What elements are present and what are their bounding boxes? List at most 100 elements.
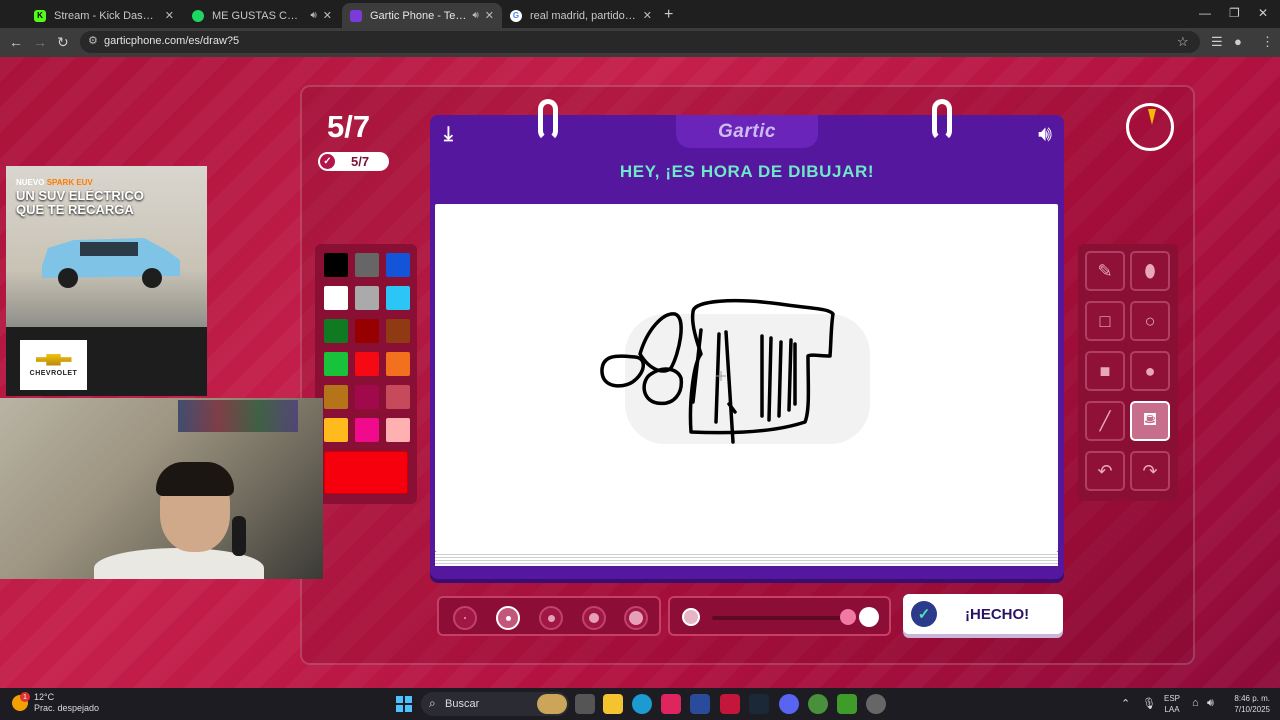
- color-swatch[interactable]: [324, 385, 348, 409]
- back-icon[interactable]: ←: [9, 34, 23, 50]
- ellipse-outline-tool-button[interactable]: ○: [1130, 301, 1170, 341]
- color-swatch[interactable]: [355, 253, 379, 277]
- color-swatch[interactable]: [324, 253, 348, 277]
- profile-avatar-icon[interactable]: ●: [1234, 34, 1242, 49]
- brush-size-1[interactable]: [453, 606, 477, 630]
- eraser-tool-button[interactable]: ⬮: [1130, 251, 1170, 291]
- rectangle-filled-icon: ■: [1099, 360, 1111, 381]
- settings-icon[interactable]: [866, 694, 886, 714]
- audio-playing-icon[interactable]: 🔊︎: [472, 10, 478, 21]
- color-swatch[interactable]: [355, 385, 379, 409]
- color-swatch[interactable]: [386, 253, 410, 277]
- ad-tag-nuevo: NUEVO: [16, 178, 45, 187]
- minecraft-icon[interactable]: [837, 694, 857, 714]
- file-explorer-icon[interactable]: [603, 694, 623, 714]
- color-swatch[interactable]: [386, 352, 410, 376]
- ellipse-outline-icon: ○: [1144, 310, 1156, 331]
- volume-icon[interactable]: 🔊︎: [1207, 697, 1214, 710]
- drawing-canvas[interactable]: [435, 204, 1058, 552]
- opacity-slider-handle[interactable]: [840, 609, 856, 625]
- windows-start-icon[interactable]: [396, 696, 412, 712]
- system-clock[interactable]: 8:46 p. m. 7/10/2025: [1226, 693, 1270, 715]
- minimize-icon[interactable]: —: [1199, 6, 1211, 20]
- color-swatch[interactable]: [386, 286, 410, 310]
- color-swatch[interactable]: [386, 319, 410, 343]
- fill-bucket-tool-button[interactable]: ⛾: [1130, 401, 1170, 441]
- color-swatch[interactable]: [386, 418, 410, 442]
- rectangle-outline-tool-button[interactable]: □: [1085, 301, 1125, 341]
- color-swatch[interactable]: [324, 286, 348, 310]
- download-icon[interactable]: ⤓: [444, 123, 453, 146]
- weather-widget[interactable]: 1 12°C Prac. despejado: [12, 692, 99, 714]
- task-view-icon[interactable]: [575, 694, 595, 714]
- players-done-badge: ✓ 5/7: [318, 152, 389, 171]
- ellipse-filled-icon: ●: [1144, 360, 1156, 381]
- reload-icon[interactable]: ↻: [57, 34, 69, 51]
- players-done-count: 5/7: [351, 154, 370, 169]
- tab-gartic-phone[interactable]: Gartic Phone - Teléfono De 🔊︎ ✕: [342, 3, 502, 28]
- microphone-tray-icon[interactable]: 🎙︎: [1142, 697, 1156, 710]
- weather-sun-icon: 1: [12, 692, 30, 711]
- tab-kick-dashboard[interactable]: K Stream - Kick Dashboard ✕: [26, 3, 182, 28]
- redo-button[interactable]: ↷: [1130, 451, 1170, 491]
- chevrolet-logo: CHEVROLET: [20, 340, 87, 390]
- close-tab-icon[interactable]: ✕: [165, 9, 174, 22]
- color-swatch[interactable]: [324, 319, 348, 343]
- bookmark-star-icon[interactable]: ☆: [1177, 34, 1189, 50]
- tray-chevron-up-icon[interactable]: ⌃: [1121, 697, 1130, 710]
- color-swatch[interactable]: [355, 286, 379, 310]
- opacity-high-icon: [859, 607, 879, 627]
- network-icon[interactable]: ⌂: [1192, 697, 1199, 709]
- color-swatch[interactable]: [355, 319, 379, 343]
- forward-icon[interactable]: →: [33, 34, 47, 50]
- edge-icon[interactable]: [632, 694, 652, 714]
- input-language[interactable]: ESP LAA: [1164, 693, 1180, 715]
- close-tab-icon[interactable]: ✕: [643, 9, 652, 22]
- steam-icon[interactable]: [749, 694, 769, 714]
- color-swatch[interactable]: [324, 352, 348, 376]
- chrome-icon[interactable]: [808, 694, 828, 714]
- close-tab-icon[interactable]: ✕: [485, 9, 494, 22]
- new-tab-button[interactable]: +: [664, 6, 673, 24]
- color-swatch[interactable]: [355, 352, 379, 376]
- brush-size-2[interactable]: [496, 606, 520, 630]
- brush-size-4[interactable]: [582, 606, 606, 630]
- close-tab-icon[interactable]: ✕: [323, 9, 332, 22]
- restore-icon[interactable]: ❐: [1229, 6, 1240, 20]
- pencil-tool-button[interactable]: ✎: [1085, 251, 1125, 291]
- omnibox[interactable]: ⚙︎ garticphone.com/es/draw?5: [80, 31, 1200, 53]
- brush-size-5[interactable]: [624, 606, 648, 630]
- watermark-logo: [625, 314, 870, 444]
- size-dot: [464, 617, 466, 619]
- reading-list-icon[interactable]: ☰: [1211, 34, 1223, 50]
- site-info-icon[interactable]: ⚙︎: [88, 34, 98, 47]
- discord-icon[interactable]: [779, 694, 799, 714]
- search-highlight-icon[interactable]: [537, 694, 567, 714]
- color-swatch[interactable]: [355, 418, 379, 442]
- app-icon[interactable]: [720, 694, 740, 714]
- line-tool-button[interactable]: ╱: [1085, 401, 1125, 441]
- color-swatch[interactable]: [324, 418, 348, 442]
- audio-playing-icon[interactable]: 🔊︎: [310, 10, 316, 21]
- ellipse-filled-tool-button[interactable]: ●: [1130, 351, 1170, 391]
- tiktok-icon[interactable]: [661, 694, 681, 714]
- timer-elapsed-wedge: [1148, 109, 1156, 125]
- rectangle-filled-tool-button[interactable]: ■: [1085, 351, 1125, 391]
- brush-size-selector: [437, 596, 661, 636]
- close-window-icon[interactable]: ✕: [1258, 6, 1268, 20]
- done-button[interactable]: ✓ ¡HECHO!: [903, 594, 1063, 634]
- url-text[interactable]: garticphone.com/es/draw?5: [104, 35, 239, 47]
- tab-me-gustas[interactable]: ME GUSTAS CC • ROA 🔊︎ ✕: [184, 3, 340, 28]
- store-icon[interactable]: [690, 694, 710, 714]
- browser-tab-strip: K Stream - Kick Dashboard ✕ ME GUSTAS CC…: [0, 0, 1280, 28]
- sound-toggle-icon[interactable]: 🔊︎: [1038, 121, 1052, 147]
- menu-kebab-icon[interactable]: ⋮: [1261, 34, 1274, 50]
- color-swatch[interactable]: [386, 385, 410, 409]
- kick-favicon-icon: K: [34, 9, 46, 22]
- tab-title: real madrid, partidos - Buscar c: [530, 9, 637, 22]
- opacity-slider-track[interactable]: [712, 616, 850, 620]
- undo-button[interactable]: ↶: [1085, 451, 1125, 491]
- tab-google-search[interactable]: G real madrid, partidos - Buscar c ✕: [502, 3, 660, 28]
- rectangle-outline-icon: □: [1099, 310, 1111, 331]
- brush-size-3[interactable]: [539, 606, 563, 630]
